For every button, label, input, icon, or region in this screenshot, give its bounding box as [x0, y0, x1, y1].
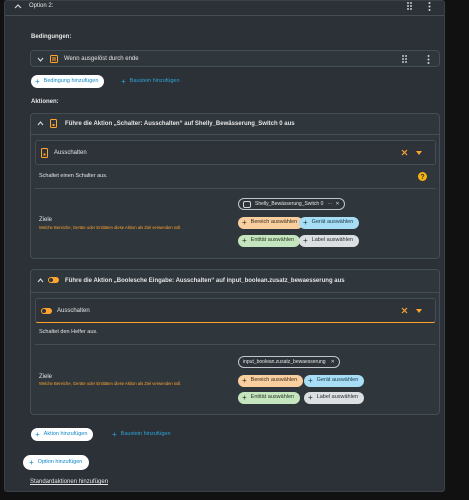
action-2-targets-label: Ziele: [39, 374, 53, 380]
select-device-button[interactable]: + Gerät auswählen: [304, 375, 365, 387]
target-chip-label: input_boolean.zusatz_bewaesserung: [243, 359, 326, 365]
plus-icon: +: [308, 376, 313, 385]
plus-icon: +: [242, 218, 247, 227]
chevron-down-icon[interactable]: [416, 309, 422, 313]
plus-icon: +: [303, 236, 308, 245]
add-block-button[interactable]: + Baustein hinzufügen: [117, 75, 186, 88]
chevron-down-icon[interactable]: [37, 57, 44, 62]
select-label-label: Label auswählen: [316, 394, 358, 401]
plus-icon: +: [121, 76, 126, 86]
add-condition-label: Bedingung hinzufügen: [43, 77, 99, 84]
condition-label: Wenn ausgelöst durch ende: [64, 56, 139, 62]
select-area-label: Bereich auswählen: [250, 219, 298, 226]
option-collapse-icon[interactable]: [14, 3, 22, 9]
select-area-button[interactable]: + Bereich auswählen: [238, 217, 304, 229]
plus-icon: +: [35, 76, 40, 86]
more-vert-icon[interactable]: [427, 55, 430, 64]
action-1-targets-label: Ziele: [39, 217, 53, 223]
action-1-divider: [31, 134, 439, 135]
more-vert-icon[interactable]: [428, 2, 431, 11]
action-card-2: Führe die Aktion „Boolesche Eingabe: Aus…: [30, 269, 440, 415]
switch-icon: [243, 200, 251, 208]
option-header-divider: [5, 15, 444, 16]
plus-icon: +: [242, 376, 247, 385]
select-entity-button[interactable]: + Entität auswählen: [238, 392, 301, 404]
conditions-heading: Bedingungen:: [31, 34, 72, 40]
select-entity-label: Entität auswählen: [250, 394, 295, 401]
select-device-label: Gerät auswählen: [316, 377, 359, 384]
add-action-label: Aktion hinzufügen: [43, 430, 88, 437]
plus-icon: +: [35, 429, 40, 439]
select-area-button[interactable]: + Bereich auswählen: [238, 375, 304, 387]
toggle-icon: [48, 277, 59, 283]
target-chip-label: Shelly_Bewässerung_Switch 0: [255, 201, 324, 207]
toggle-icon: [41, 308, 52, 314]
action-2-service-field[interactable]: Ausschalten: [35, 298, 436, 323]
select-label-label: Label auswählen: [311, 237, 353, 244]
add-block-label: Baustein hinzufügen: [120, 430, 171, 437]
svg-text:?: ?: [420, 174, 424, 181]
close-icon[interactable]: ✕: [331, 359, 335, 365]
add-condition-button[interactable]: + Bedingung hinzufügen: [31, 75, 105, 88]
action-2-service-value: Ausschalten: [57, 308, 90, 314]
actions-heading: Aktionen:: [31, 99, 59, 105]
help-icon[interactable]: ?: [418, 172, 427, 181]
plus-icon: +: [303, 218, 308, 227]
option-title: Option 2:: [29, 3, 54, 9]
add-block-button[interactable]: + Baustein hinzufügen: [108, 428, 177, 441]
switch-icon: [50, 119, 57, 128]
chevron-up-icon[interactable]: [37, 278, 44, 283]
target-chip[interactable]: Shelly_Bewässerung_Switch 0 ··· ✕: [238, 198, 345, 210]
select-entity-button[interactable]: + Entität auswählen: [238, 235, 301, 247]
action-2-title: Führe die Aktion „Boolesche Eingabe: Aus…: [65, 278, 345, 284]
action-2-divider: [31, 292, 439, 293]
close-icon[interactable]: [401, 307, 408, 314]
action-1-targets-hint: Welche Bereiche, Geräte oder Entitäten d…: [39, 225, 182, 230]
select-area-label: Bereich auswählen: [250, 377, 298, 384]
action-1-title: Führe die Aktion „Schalter: Ausschalten“…: [65, 121, 295, 127]
action-2-targets-hint: Welche Bereiche, Geräte oder Entitäten d…: [39, 381, 182, 386]
action-1-service-value: Ausschalten: [54, 150, 87, 156]
action-1-service-field[interactable]: Ausschalten: [35, 140, 436, 165]
plus-icon: +: [29, 457, 34, 467]
add-block-label: Baustein hinzufügen: [129, 77, 180, 84]
action-card-1: Führe die Aktion „Schalter: Ausschalten“…: [30, 113, 440, 259]
select-device-label: Gerät auswählen: [311, 219, 354, 226]
default-actions-link[interactable]: Standardaktionen hinzufügen: [30, 479, 108, 485]
switch-icon: [41, 148, 48, 158]
trigger-icon: [50, 55, 58, 63]
add-option-label: Option hinzufügen: [37, 458, 83, 465]
drag-handle-icon[interactable]: [402, 55, 408, 63]
select-label-button[interactable]: + Label auswählen: [299, 235, 359, 247]
action-2-divider-2: [35, 344, 436, 345]
drag-handle-icon[interactable]: [407, 2, 413, 10]
action-1-divider-2: [35, 188, 436, 189]
add-option-button[interactable]: + Option hinzufügen: [23, 455, 90, 470]
chevron-down-icon[interactable]: [416, 151, 422, 155]
select-entity-label: Entität auswählen: [250, 237, 295, 244]
select-device-button[interactable]: + Gerät auswählen: [299, 217, 360, 229]
more-horiz-icon[interactable]: ···: [327, 201, 332, 207]
action-2-description: Schaltet den Helfer aus.: [39, 329, 98, 335]
plus-icon: +: [112, 429, 117, 439]
condition-card[interactable]: Wenn ausgelöst durch ende: [30, 50, 440, 67]
plus-icon: +: [242, 393, 247, 402]
add-action-button[interactable]: + Aktion hinzufügen: [31, 428, 94, 441]
plus-icon: +: [242, 236, 247, 245]
close-icon[interactable]: [401, 149, 408, 156]
close-icon[interactable]: ✕: [335, 201, 339, 207]
chevron-up-icon[interactable]: [37, 121, 44, 126]
plus-icon: +: [308, 393, 313, 402]
action-1-description: Schaltet einen Schalter aus.: [39, 173, 108, 179]
target-chip[interactable]: input_boolean.zusatz_bewaesserung ✕: [238, 356, 340, 368]
select-label-button[interactable]: + Label auswählen: [304, 392, 364, 404]
